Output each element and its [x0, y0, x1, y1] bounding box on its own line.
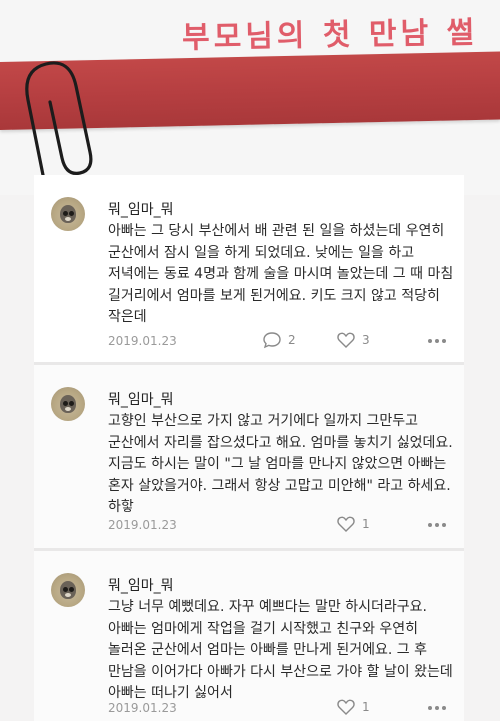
like-count: 1 — [362, 700, 370, 714]
comment-username[interactable]: 뭐_임마_뭐 — [108, 199, 174, 219]
comment-text: 그냥 너무 예뻤데요. 자꾸 예쁘다는 말만 하시더라구요. 아빠는 엄마에게 … — [108, 599, 453, 701]
avatar[interactable] — [51, 387, 85, 421]
speech-bubble-icon — [263, 332, 281, 349]
heart-icon — [337, 699, 355, 715]
like-count: 3 — [362, 333, 370, 347]
comment-feed: 뭐_임마_뭐 아빠는 그 당시 부산에서 배 관련 된 일을 하셨는데 우연히 … — [34, 175, 464, 721]
comment-card: 뭐_임마_뭐 그냥 너무 예뻤데요. 자꾸 예쁘다는 말만 하시더라구요. 아빠… — [34, 551, 464, 721]
more-options-icon[interactable] — [428, 705, 446, 711]
comment-date: 2019.01.23 — [108, 334, 177, 348]
like-count: 1 — [362, 517, 370, 531]
comment-date: 2019.01.23 — [108, 701, 177, 715]
comment-date: 2019.01.23 — [108, 518, 177, 532]
like-button[interactable]: 1 — [336, 515, 370, 533]
heart-icon — [337, 516, 355, 532]
comment-username[interactable]: 뭐_임마_뭐 — [108, 575, 174, 595]
avatar[interactable] — [51, 197, 85, 231]
like-button[interactable]: 3 — [336, 331, 370, 349]
comment-username[interactable]: 뭐_임마_뭐 — [108, 389, 174, 409]
comment-card: 뭐_임마_뭐 아빠는 그 당시 부산에서 배 관련 된 일을 하셨는데 우연히 … — [34, 175, 464, 362]
more-options-icon[interactable] — [428, 338, 446, 344]
comment-text: 아빠는 그 당시 부산에서 배 관련 된 일을 하셨는데 우연히 군산에서 잠시… — [108, 223, 454, 325]
heart-icon — [337, 332, 355, 348]
page-title: 부모님의 첫 만남 썰 — [181, 15, 479, 56]
like-button[interactable]: 1 — [336, 698, 370, 716]
reply-button[interactable]: 2 — [262, 331, 296, 349]
comment-text: 고향인 부산으로 가지 않고 거기에다 일까지 그만두고 군산에서 자리를 잡으… — [108, 413, 453, 515]
reply-count: 2 — [288, 333, 296, 347]
comment-card: 뭐_임마_뭐 고향인 부산으로 가지 않고 거기에다 일까지 그만두고 군산에서… — [34, 365, 464, 548]
more-options-icon[interactable] — [428, 522, 446, 528]
avatar[interactable] — [51, 573, 85, 607]
